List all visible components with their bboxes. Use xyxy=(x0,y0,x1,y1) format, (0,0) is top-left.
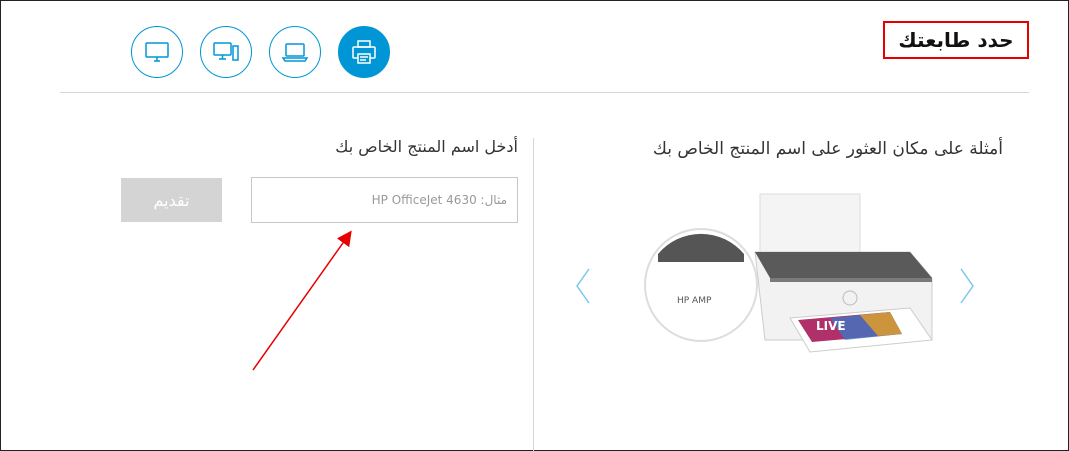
submit-button[interactable]: تقديم xyxy=(121,178,222,222)
examples-title: أمثلة على مكان العثور على اسم المنتج الخ… xyxy=(652,139,1003,159)
printer-button[interactable] xyxy=(338,26,390,78)
svg-text:LIVE: LIVE xyxy=(816,319,846,333)
printer-example-image: LIVE HP AMP xyxy=(644,193,933,353)
page-title-highlight: حدد طابعتك xyxy=(883,21,1029,59)
enter-product-title: أدخل اسم المنتج الخاص بك xyxy=(335,137,518,156)
zoom-label: HP AMP xyxy=(677,296,712,306)
column-divider xyxy=(533,138,534,451)
laptop-icon xyxy=(281,43,309,62)
page-title: حدد طابعتك xyxy=(898,28,1014,52)
desktop-tower-icon xyxy=(213,42,239,61)
printer-icon xyxy=(352,40,376,64)
desktop-button[interactable] xyxy=(200,26,252,78)
product-name-input[interactable] xyxy=(251,177,518,223)
device-type-selector xyxy=(131,26,390,78)
monitor-icon xyxy=(145,42,169,62)
header-divider xyxy=(60,92,1029,93)
chevron-right-icon[interactable] xyxy=(958,266,976,306)
laptop-button[interactable] xyxy=(269,26,321,78)
monitor-button[interactable] xyxy=(131,26,183,78)
chevron-left-icon[interactable] xyxy=(574,266,592,306)
